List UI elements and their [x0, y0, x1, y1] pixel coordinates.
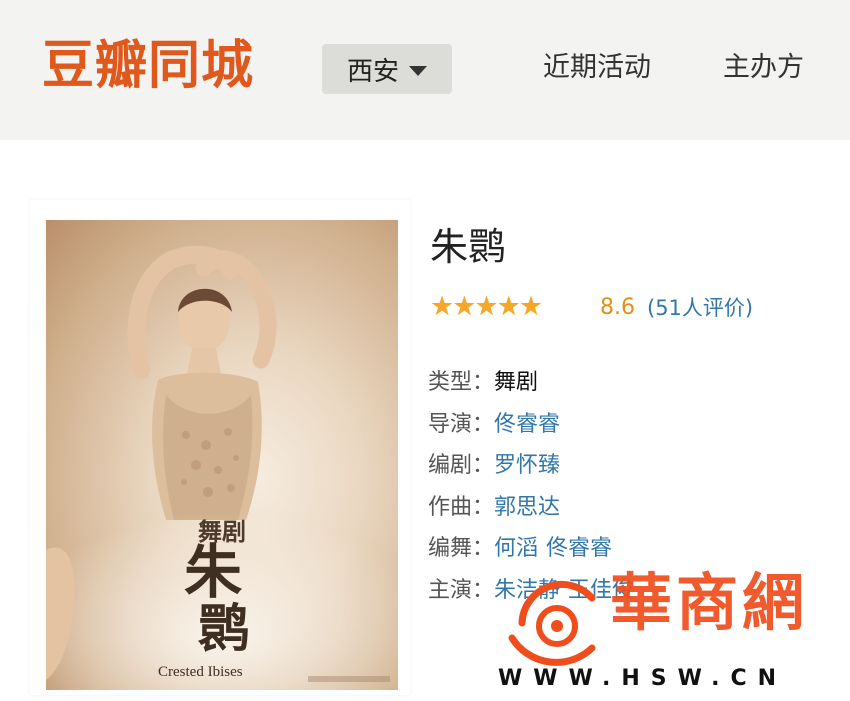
info-person-link[interactable]: 罗怀臻	[494, 453, 560, 478]
nav-recent-events[interactable]: 近期活动	[543, 48, 651, 88]
top-bar: 豆瓣同城 西安 近期活动 主办方	[0, 0, 850, 140]
event-poster[interactable]: 舞剧 朱 鹮 Crested Ibises	[46, 220, 398, 690]
city-label: 西安	[346, 56, 399, 87]
info-key: 作曲：	[428, 494, 495, 520]
info-person-link[interactable]: 佟睿睿	[494, 412, 560, 437]
info-key: 主演：	[428, 577, 495, 603]
info-key: 导演：	[428, 411, 495, 437]
info-person-link[interactable]: 佟睿睿	[546, 536, 612, 561]
rating-row: ★★★★★ ★★★★★ 8.6 (51人评价)	[430, 290, 753, 324]
info-key: 编剧：	[428, 453, 495, 478]
info-person-link[interactable]: 郭思达	[494, 495, 560, 520]
rating-score: 8.6	[600, 294, 635, 320]
info-row: 类型：舞剧	[428, 362, 642, 404]
site-logo[interactable]: 豆瓣同城	[42, 30, 254, 102]
poster-english-title: Crested Ibises	[158, 664, 243, 680]
info-person-link[interactable]: 何滔	[494, 536, 538, 561]
city-selector[interactable]: 西安	[322, 44, 452, 94]
info-key: 编舞：	[428, 536, 495, 561]
info-row: 作曲：郭思达	[428, 487, 642, 529]
info-row: 导演：佟睿睿	[428, 404, 642, 446]
watermark-url: WWW.HSW.CN	[498, 666, 788, 691]
poster-title-line1: 朱	[184, 538, 243, 606]
info-value: 舞剧	[494, 370, 539, 395]
nav-organizers[interactable]: 主办方	[723, 48, 804, 88]
poster-title-line2: 鹮	[198, 599, 251, 660]
info-key: 类型：	[428, 370, 495, 395]
star-filled-icon: ★★★★★	[430, 292, 543, 322]
rating-votes-link[interactable]: (51人评价)	[647, 292, 753, 322]
info-person-link[interactable]: 朱洁静	[494, 578, 560, 603]
chevron-down-icon	[409, 66, 427, 76]
info-row: 编剧：罗怀臻	[428, 445, 642, 487]
rating-stars: ★★★★★ ★★★★★	[430, 292, 576, 322]
watermark-logo-text: 華商網	[610, 566, 809, 639]
event-title: 朱鹮	[430, 225, 507, 269]
